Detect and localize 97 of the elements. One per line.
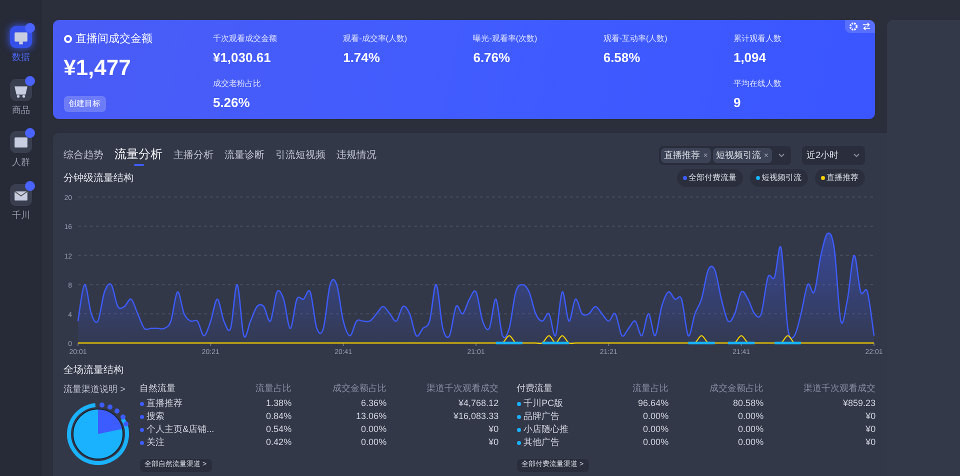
tab[interactable]: 引流短视频 [276,148,326,166]
tab[interactable]: 综合趋势 [64,148,104,166]
table-cell-text: 0.00% [642,424,669,435]
summary-value: ¥1,477 [64,54,132,82]
chip-label: 直播推荐 [664,148,700,162]
table-cell-text: 0.84% [265,411,292,422]
column-header: 付费流量 [516,383,554,394]
table-cell-text: ¥859.23 [842,398,876,409]
table-cell-text: ¥0 [488,424,499,435]
table-cell-text: 96.64% [637,398,669,409]
chip-label: 短视频引流 [716,148,761,162]
table-cell-text: ¥0 [488,437,499,448]
column-header: 渠道千次观看成交 [426,383,499,394]
tab[interactable]: 流量诊断 [224,148,265,166]
channel-name: 小店随心推 [524,424,569,435]
metric-label: 平均在线人数 [733,78,782,90]
column-header: 成交金额占比 [708,383,764,394]
chart-title: 分钟级流量结构 [64,172,134,186]
settings-icon[interactable] [848,22,858,31]
table-cell-text: 1.38% [265,398,292,409]
table-cell-text: 0.00% [737,424,764,435]
tab[interactable]: 主播分析 [174,148,214,166]
metric-label: 曝光-观看率(次数) [473,33,538,45]
bullet-icon [140,440,144,444]
table-cell-text: ¥4,768.12 [458,398,499,409]
nav-icon[interactable] [10,131,32,153]
table-cell-text: ¥0 [864,437,876,448]
table-cell-text: 0.00% [737,411,764,422]
metric-label: 观看-互动率(人数) [603,33,668,45]
table-cell-text: 0.00% [737,437,764,448]
remove-icon[interactable]: × [764,150,769,162]
channel-name: 直播推荐 [146,398,183,409]
table-cell-text: ¥16,083.33 [452,411,499,422]
bullet-icon [140,428,144,432]
nav-icon[interactable] [10,184,32,206]
column-header: 自然流量 [140,383,177,394]
table-cell-text: ¥0 [864,411,876,422]
column-header: 流量占比 [254,383,292,394]
channel-name: 其他广告 [524,437,560,448]
metric-label: 累计观看人数 [733,33,782,45]
nav-label[interactable]: 人群 [12,156,30,170]
target-icon [64,35,72,44]
channel-select[interactable]: 直播推荐 × 短视频引流 × [659,146,791,166]
metric-value: 1,094 [733,49,768,67]
tab[interactable]: 违规情况 [336,148,377,166]
channel-name: 品牌广告 [524,411,560,422]
metric-value: 9 [733,94,742,112]
bullet-icon [516,440,521,444]
table-cell-text: 0.00% [360,437,387,448]
summary-title: 直播间成交金额 [76,32,153,47]
explain-link[interactable]: 流量渠道说明 > [64,383,140,396]
nav-icon[interactable] [10,78,32,100]
nav-icon[interactable] [10,26,32,48]
bullet-icon [516,402,521,406]
table-cell-text: 13.06% [355,411,387,422]
metric-label: 成交老粉占比 [212,78,262,90]
section-title: 全场流量结构 [64,364,125,378]
caret-icon [852,153,860,158]
metric-label: 观看-成交率(人数) [343,33,408,45]
channel-name: 个人主页&店铺... [146,424,214,435]
table-cell-text: 0.00% [642,411,669,422]
channel-name: 千川PC版 [524,398,564,409]
metric-value: 6.76% [473,49,512,67]
period-select[interactable]: 近2小时 [802,146,865,166]
column-header: 渠道千次观看成交 [802,383,876,394]
metric-value: ¥1,030.61 [212,49,272,67]
metric-value: 6.58% [603,49,642,67]
bullet-icon [516,428,521,432]
filter-chip[interactable]: 直播推荐 × [661,148,711,164]
table-cell-text: 80.58% [732,398,764,409]
bullet-icon [140,402,144,406]
table-cell-text: ¥0 [864,424,876,435]
legend-item[interactable]: 短视频引流 [750,169,808,187]
channel-name: 关注 [146,437,165,448]
table-cell-text: 0.54% [265,424,292,435]
bullet-icon [516,414,521,418]
column-header: 流量占比 [632,383,669,394]
metric-value: 1.74% [343,49,381,67]
bullet-icon [140,414,144,418]
legend-item[interactable]: 直播推荐 [814,169,865,187]
create-target-button[interactable]: 创建目标 [64,96,106,112]
nav-label[interactable]: 商品 [12,104,30,117]
column-header: 成交金额占比 [332,383,387,394]
nav-label[interactable]: 千川 [12,208,30,222]
swap-icon[interactable] [862,22,871,31]
tab[interactable]: 流量分析 [114,145,163,166]
channel-name: 搜索 [146,411,165,422]
pie-drawing [66,402,130,466]
metric-label: 千次观看成交金额 [212,33,278,45]
filter-chip[interactable]: 短视频引流 × [712,148,772,164]
legend-item[interactable]: 全部付费流量 [676,169,743,187]
remove-icon[interactable]: × [703,150,708,162]
table-cell-text: 0.00% [642,437,669,448]
table-cell-text: 6.36% [360,398,387,409]
table-cell-text: 0.00% [360,424,387,435]
metric-value: 5.26% [212,94,251,112]
table-cell-text: 0.42% [265,437,292,448]
